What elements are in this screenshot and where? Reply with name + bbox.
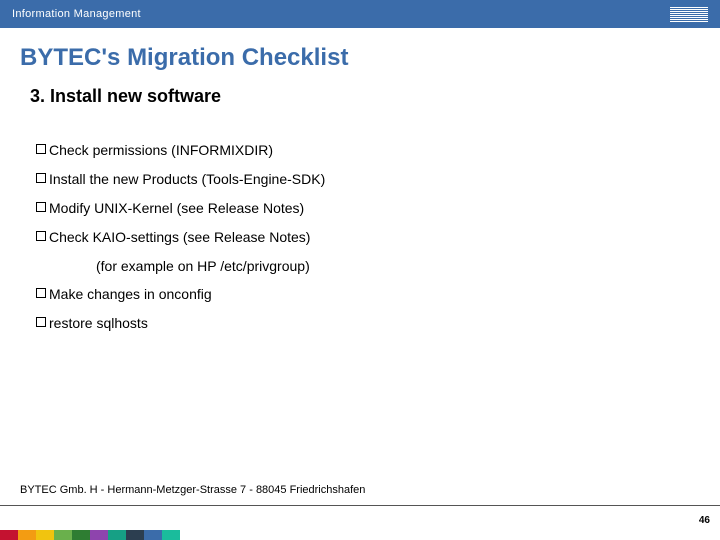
color-swatch [54, 530, 72, 540]
checklist-item-label: Check KAIO-settings (see Release Notes) [49, 228, 310, 247]
checklist-item-label: restore sqlhosts [49, 314, 148, 333]
checkbox-icon [36, 231, 46, 241]
color-swatch [126, 530, 144, 540]
checklist-item: Modify UNIX-Kernel (see Release Notes) [36, 199, 720, 218]
color-swatch [0, 530, 18, 540]
checklist-item-label: Modify UNIX-Kernel (see Release Notes) [49, 199, 304, 218]
checklist-item: Install the new Products (Tools-Engine-S… [36, 170, 720, 189]
checkbox-icon [36, 173, 46, 183]
slide-title: BYTEC's Migration Checklist [20, 44, 720, 72]
checkbox-icon [36, 202, 46, 212]
ibm-logo [670, 7, 708, 22]
page-number: 46 [699, 515, 710, 526]
checklist-item: restore sqlhosts [36, 314, 720, 333]
checkbox-icon [36, 288, 46, 298]
header-bar: Information Management [0, 0, 720, 28]
section-heading: 3. Install new software [30, 86, 720, 107]
color-swatch [144, 530, 162, 540]
color-swatch [18, 530, 36, 540]
header-section-label: Information Management [12, 8, 141, 20]
checklist-item-label: Install the new Products (Tools-Engine-S… [49, 170, 325, 189]
checklist: Check permissions (INFORMIXDIR) Install … [36, 141, 720, 333]
color-swatch [90, 530, 108, 540]
checklist-item: Make changes in onconfig [36, 285, 720, 304]
checklist-item-label: Check permissions (INFORMIXDIR) [49, 141, 273, 160]
color-strip [0, 530, 180, 540]
color-swatch [72, 530, 90, 540]
checklist-item: Check KAIO-settings (see Release Notes) [36, 228, 720, 247]
color-swatch [36, 530, 54, 540]
color-swatch [108, 530, 126, 540]
checkbox-icon [36, 317, 46, 327]
footer-text: BYTEC Gmb. H - Hermann-Metzger-Strasse 7… [20, 484, 365, 496]
color-swatch [162, 530, 180, 540]
checklist-item-label: Make changes in onconfig [49, 285, 212, 304]
checklist-subitem: (for example on HP /etc/privgroup) [96, 257, 720, 276]
checkbox-icon [36, 144, 46, 154]
checklist-item: Check permissions (INFORMIXDIR) [36, 141, 720, 160]
footer-divider [0, 505, 720, 506]
